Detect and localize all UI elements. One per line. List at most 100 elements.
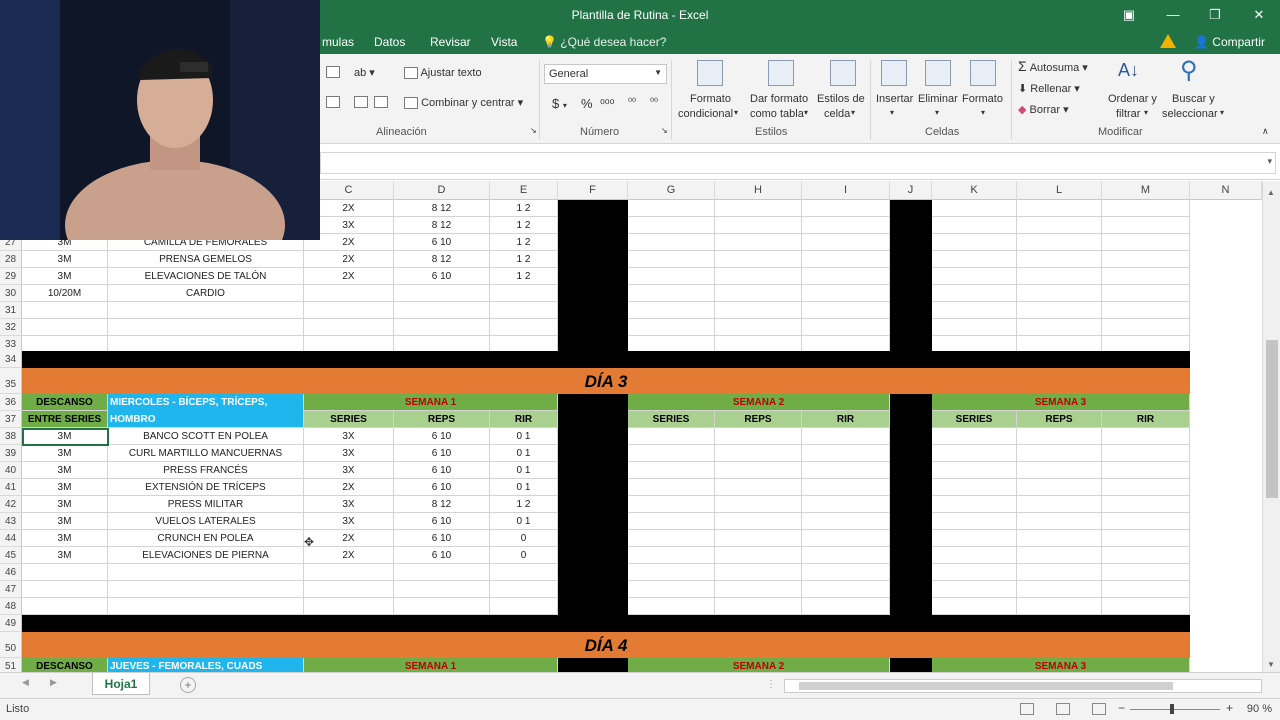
day-label[interactable]: MIERCOLES - BÍCEPS, TRÍCEPS, HOMBRO [108,394,304,428]
tell-me-search[interactable]: 💡 ¿Qué desea hacer? [542,35,666,49]
row-header[interactable]: 30 [0,285,22,302]
rir-cell[interactable] [490,302,558,319]
empty-cell[interactable] [802,530,890,547]
empty-cell[interactable] [1102,268,1190,285]
row-header[interactable]: 43 [0,513,22,530]
row-header-35[interactable]: 35 [0,368,22,394]
horizontal-scrollbar[interactable] [784,679,1262,693]
autosum-button[interactable]: Σ Autosuma ▾ [1018,58,1088,74]
numero-launcher-icon[interactable]: ↘ [661,126,668,135]
row-header[interactable]: 31 [0,302,22,319]
decrease-decimal-icon[interactable]: ⁰⁰ [650,97,658,108]
formula-input[interactable] [320,152,1276,174]
row-header[interactable]: 48 [0,598,22,615]
exercise-cell[interactable]: VUELOS LATERALES [108,513,304,530]
descanso-header[interactable]: DESCANSO [22,658,108,672]
scroll-up-icon[interactable]: ▲ [1267,188,1275,197]
wrap-text-button[interactable]: Ajustar texto [404,67,482,80]
empty-cell[interactable] [715,513,802,530]
zoom-out-icon[interactable]: − [1118,701,1125,715]
conditional-format-icon[interactable] [697,60,723,86]
semana-2-header[interactable]: SEMANA 2 [628,394,890,411]
rir-cell[interactable] [490,598,558,615]
series-header[interactable]: SERIES [628,411,715,428]
empty-cell[interactable] [628,479,715,496]
spreadsheet-grid[interactable]: 2X 8 12 1 2 3X 8 12 1 2 27 3M CAMILLA DE FEMORAL… [0,200,1262,672]
empty-cell[interactable] [628,496,715,513]
rest-cell[interactable]: 3M [22,268,108,285]
column-header-n[interactable]: N [1190,181,1262,200]
empty-cell[interactable] [802,302,890,319]
row-header[interactable]: 47 [0,581,22,598]
empty-cell[interactable] [715,462,802,479]
empty-cell[interactable] [628,302,715,319]
empty-cell[interactable] [932,285,1017,302]
reps-cell[interactable]: 6 10 [394,234,490,251]
series-cell[interactable]: 2X [304,251,394,268]
series-cell[interactable] [304,319,394,336]
empty-cell[interactable] [932,530,1017,547]
exercise-cell[interactable] [108,598,304,615]
insert-cells-icon[interactable] [881,60,907,86]
row-header-34[interactable]: 34 [0,351,22,368]
reps-cell[interactable] [394,564,490,581]
zoom-slider[interactable] [1130,709,1220,710]
series-cell[interactable]: 3X [304,462,394,479]
column-header-j[interactable]: J [890,181,932,200]
empty-cell[interactable] [1102,496,1190,513]
empty-cell[interactable] [1017,428,1102,445]
empty-cell[interactable] [715,302,802,319]
empty-cell[interactable] [1017,530,1102,547]
empty-cell[interactable] [802,428,890,445]
empty-cell[interactable] [802,598,890,615]
empty-cell[interactable] [1102,479,1190,496]
empty-cell[interactable] [802,445,890,462]
rir-cell[interactable] [490,319,558,336]
series-cell[interactable]: 2X [304,530,394,547]
empty-cell[interactable] [932,581,1017,598]
reps-cell[interactable]: 6 10 [394,547,490,564]
empty-cell[interactable] [1017,513,1102,530]
empty-cell[interactable] [1017,268,1102,285]
empty-cell[interactable] [932,462,1017,479]
empty-cell[interactable] [802,462,890,479]
reps-header[interactable]: REPS [1017,411,1102,428]
exercise-cell[interactable]: CARDIO [108,285,304,302]
row-header-50[interactable]: 50 [0,632,22,658]
exercise-cell[interactable]: CURL MARTILLO MANCUERNAS [108,445,304,462]
selected-cell[interactable] [22,428,109,446]
column-header-h[interactable]: H [715,181,802,200]
tab-formulas[interactable]: mulas [322,35,354,49]
rest-cell[interactable]: 10/20M [22,285,108,302]
empty-cell[interactable] [1017,217,1102,234]
format-label[interactable]: Formato [962,93,1003,105]
empty-cell[interactable] [932,302,1017,319]
reps-cell[interactable] [394,598,490,615]
empty-cell[interactable] [715,268,802,285]
rir-cell[interactable]: 1 2 [490,200,558,217]
rir-cell[interactable]: 0 1 [490,513,558,530]
column-header-l[interactable]: L [1017,181,1102,200]
empty-cell[interactable] [1102,462,1190,479]
row-header-49[interactable]: 49 [0,615,22,632]
reps-cell[interactable] [394,581,490,598]
empty-cell[interactable] [1102,564,1190,581]
ribbon-display-icon[interactable]: ▣ [1114,4,1144,26]
row-header-37[interactable]: 37 [0,411,22,428]
exercise-cell[interactable]: EXTENSIÓN DE TRÍCEPS [108,479,304,496]
rir-cell[interactable]: 0 1 [490,479,558,496]
empty-cell[interactable] [715,285,802,302]
empty-cell[interactable] [715,479,802,496]
empty-cell[interactable] [715,496,802,513]
zoom-level[interactable]: 90 % [1247,703,1272,715]
empty-cell[interactable] [932,564,1017,581]
exercise-cell[interactable] [108,302,304,319]
column-header-f[interactable]: F [558,181,628,200]
exercise-cell[interactable]: BANCO SCOTT EN POLEA [108,428,304,445]
column-header-i[interactable]: I [802,181,890,200]
tab-vista[interactable]: Vista [491,35,517,49]
percent-button[interactable]: % [581,96,593,111]
rest-cell[interactable]: 3M [22,462,108,479]
alineacion-launcher-icon[interactable]: ↘ [530,126,537,135]
series-header[interactable]: SERIES [304,411,394,428]
